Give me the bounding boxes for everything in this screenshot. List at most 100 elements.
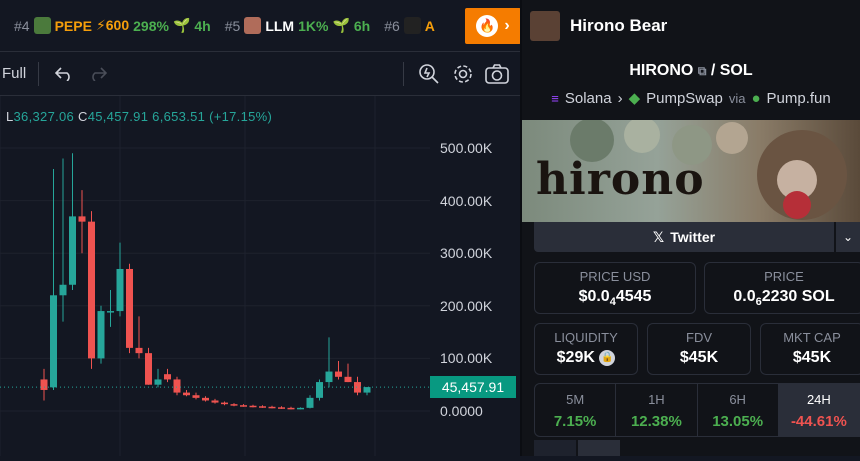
- candle-body: [325, 371, 333, 383]
- candle-body: [278, 407, 285, 409]
- price-usd-prefix: $0.0: [578, 288, 610, 305]
- token-thumbnail: [403, 17, 421, 34]
- solana-icon: ≡: [551, 90, 559, 106]
- pill-icon: ●: [751, 89, 761, 107]
- tab-5m[interactable]: 5M 7.15%: [535, 384, 617, 436]
- sprout-icon: 🌱: [172, 17, 191, 33]
- y-tick-label: 400.00K: [440, 193, 493, 209]
- redo-icon[interactable]: [81, 57, 115, 91]
- ticker-item-llm[interactable]: #5 LLM 1K% 🌱 6h: [225, 17, 370, 34]
- market-cap-value: $45K: [792, 349, 832, 366]
- trending-ticker: #4 PEPE ⚡600 298% 🌱 4h #5 LLM 1K% 🌱 6h #…: [0, 0, 520, 52]
- settings-gear-icon[interactable]: [446, 57, 480, 91]
- launchpad-link[interactable]: Pump.fun: [767, 90, 831, 107]
- chevron-down-icon[interactable]: ⌄: [836, 222, 860, 252]
- ticker-age: 4h: [194, 17, 211, 34]
- y-tick-label: 300.00K: [440, 245, 493, 261]
- via-label: via: [728, 90, 746, 106]
- chevron-right-icon: ›: [504, 17, 510, 34]
- price-usd-digits: 4545: [615, 288, 652, 305]
- fdv-value: $45K: [679, 349, 719, 366]
- candle-body: [116, 268, 124, 312]
- change-value: 6,653.51 (+17.15%): [152, 109, 273, 124]
- banner-text: hirono: [536, 154, 705, 205]
- full-toggle[interactable]: Full: [0, 65, 38, 82]
- y-tick-label: 200.00K: [440, 298, 493, 314]
- candle-body: [173, 379, 181, 393]
- fdv-label: FDV: [686, 330, 712, 345]
- ticker-symbol: PEPE: [54, 17, 92, 34]
- close-label: C: [78, 109, 88, 124]
- bottom-tab[interactable]: [578, 440, 620, 456]
- candle-body: [107, 311, 114, 313]
- tab-1h[interactable]: 1H 12.38%: [616, 384, 698, 436]
- token-header: Hirono Bear: [522, 0, 860, 52]
- candle-body: [88, 221, 95, 359]
- candle-body: [249, 405, 257, 408]
- quote-symbol: SOL: [719, 62, 753, 79]
- candle-body: [221, 402, 228, 405]
- candle-body: [240, 405, 247, 407]
- bottom-tab[interactable]: [534, 440, 576, 456]
- close-value: 45,457.91: [87, 109, 149, 124]
- sprout-icon: 🌱: [332, 17, 350, 33]
- camera-icon[interactable]: [480, 57, 514, 91]
- quick-search-icon[interactable]: [412, 57, 446, 91]
- token-thumbnail: [33, 17, 51, 34]
- undo-icon[interactable]: [47, 57, 81, 91]
- tf-label: 6H: [729, 392, 746, 407]
- copy-icon[interactable]: ⧉: [698, 64, 707, 78]
- candle-body: [192, 395, 200, 398]
- twitter-label: Twitter: [670, 229, 716, 245]
- pair-title: HIRONO ⧉ / SOL: [522, 62, 860, 80]
- pair-slash: /: [710, 62, 716, 79]
- hot-pairs-button[interactable]: 🔥 ›: [465, 8, 521, 44]
- market-cap-label: MKT CAP: [783, 330, 841, 345]
- tf-change: 7.15%: [553, 413, 597, 430]
- candle-body: [154, 379, 162, 385]
- tf-change: 13.05%: [712, 413, 764, 430]
- pumpswap-icon: ◆: [628, 90, 641, 107]
- liquidity-value-row: $29K 🔒: [535, 349, 637, 367]
- bottom-tabs: [534, 440, 860, 456]
- low-label: L: [6, 109, 14, 124]
- dex-link[interactable]: PumpSwap: [646, 90, 723, 107]
- timeframe-tabs: 5M 7.15% 1H 12.38% 6H 13.05% 24H -44.61%: [534, 383, 860, 437]
- twitter-button[interactable]: 𝕏 Twitter: [534, 222, 834, 252]
- candle-body: [126, 268, 133, 348]
- ticker-rank: #6: [384, 17, 400, 34]
- candle-body: [211, 400, 219, 403]
- candle-body: [344, 376, 352, 383]
- ticker-rank: #5: [224, 17, 241, 34]
- tab-24h[interactable]: 24H -44.61%: [778, 384, 859, 436]
- ticker-pct: 298%: [133, 17, 169, 34]
- candle-body: [268, 406, 276, 409]
- token-avatar: [530, 11, 560, 41]
- ticker-item-6[interactable]: #6 A: [384, 17, 435, 34]
- price-sol-label: PRICE: [764, 269, 804, 284]
- base-symbol: HIRONO: [629, 62, 694, 79]
- candle-body: [306, 397, 314, 408]
- ohlc-legend: L36,327.06 C45,457.91 6,653.51 (+17.15%): [6, 109, 272, 124]
- candle-body: [230, 404, 238, 406]
- price-sol-card: PRICE 0.062230 SOL: [704, 262, 860, 314]
- token-thumbnail: [244, 17, 262, 34]
- ticker-symbol: A: [424, 17, 435, 34]
- candle-body: [164, 374, 171, 380]
- candle-body: [183, 392, 190, 396]
- ticker-item-pepe[interactable]: #4 PEPE ⚡600 298% 🌱 4h: [14, 17, 211, 34]
- tf-change: -44.61%: [790, 413, 847, 430]
- tf-label: 24H: [806, 392, 831, 407]
- candle-body: [335, 371, 342, 377]
- liquidity-card: LIQUIDITY $29K 🔒: [534, 323, 638, 375]
- tf-label: 1H: [648, 392, 665, 407]
- tab-6h[interactable]: 6H 13.05%: [698, 384, 779, 436]
- x-logo-icon: 𝕏: [652, 228, 665, 245]
- tf-change: 12.38%: [630, 413, 682, 430]
- ticker-age: 6h: [353, 17, 371, 34]
- price-usd-value: $0.044545: [535, 288, 695, 308]
- current-price-tag: 45,457.91: [430, 376, 516, 398]
- candle-body: [354, 382, 361, 393]
- candle-body: [202, 397, 209, 401]
- chain-link[interactable]: Solana: [565, 90, 612, 107]
